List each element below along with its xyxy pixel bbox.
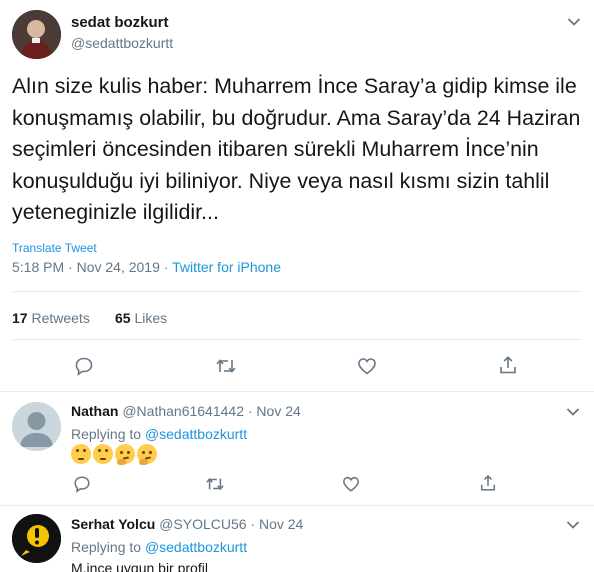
reply-icon[interactable] bbox=[74, 356, 94, 376]
reply-author-avatar[interactable] bbox=[12, 514, 61, 563]
divider bbox=[0, 505, 594, 506]
avatar-placeholder-icon[interactable] bbox=[12, 402, 61, 451]
tweet-timestamp-line: 5:18 PM · Nov 24, 2019 · Twitter for iPh… bbox=[12, 259, 281, 275]
likes-stat[interactable]: 65 Likes bbox=[115, 310, 167, 326]
chevron-down-icon[interactable] bbox=[566, 407, 580, 417]
reply-icon[interactable] bbox=[73, 475, 91, 493]
retweets-stat[interactable]: 17 Retweets bbox=[12, 310, 90, 326]
chevron-down-icon[interactable] bbox=[567, 17, 581, 27]
replying-to-line: Replying to @sedattbozkurtt bbox=[71, 539, 247, 555]
reply-author-name[interactable]: Nathan bbox=[71, 403, 118, 419]
replying-to-line: Replying to @sedattbozkurtt bbox=[71, 426, 247, 442]
thinking-face-icon bbox=[115, 444, 135, 465]
thinking-face-icon bbox=[137, 444, 157, 465]
reply-header: Nathan @Nathan61641442 · Nov 24 bbox=[71, 403, 301, 419]
tweet-text: Alın size kulis haber: Muharrem İnce Sar… bbox=[12, 74, 581, 224]
like-icon[interactable] bbox=[342, 475, 360, 493]
likes-label: Likes bbox=[130, 310, 168, 326]
tweet-timestamp[interactable]: 5:18 PM · Nov 24, 2019 · bbox=[12, 259, 172, 275]
replying-to-link[interactable]: @sedattbozkurtt bbox=[145, 426, 247, 442]
replying-to-link[interactable]: @sedattbozkurtt bbox=[145, 539, 247, 555]
reply-emojis bbox=[71, 444, 159, 465]
retweets-label: Retweets bbox=[27, 310, 90, 326]
divider bbox=[12, 339, 582, 340]
divider bbox=[12, 291, 582, 292]
chevron-down-icon[interactable] bbox=[566, 520, 580, 530]
reply-author-handle[interactable]: @SYOLCU56 · Nov 24 bbox=[159, 516, 303, 532]
face-with-rolling-eyes-icon bbox=[71, 444, 91, 464]
translate-tweet-link[interactable]: Translate Tweet bbox=[12, 241, 97, 255]
face-with-rolling-eyes-icon bbox=[93, 444, 113, 464]
likes-count: 65 bbox=[115, 310, 131, 326]
share-icon[interactable] bbox=[479, 474, 497, 492]
retweet-icon[interactable] bbox=[215, 356, 237, 376]
retweet-icon[interactable] bbox=[205, 475, 225, 493]
share-icon[interactable] bbox=[498, 355, 518, 375]
reply-author-name[interactable]: Serhat Yolcu bbox=[71, 516, 155, 532]
reply-author-handle[interactable]: @Nathan61641442 · Nov 24 bbox=[122, 403, 300, 419]
author-handle[interactable]: @sedattbozkurtt bbox=[71, 35, 173, 51]
author-name[interactable]: sedat bozkurt bbox=[71, 14, 169, 31]
replying-to-label: Replying to bbox=[71, 539, 145, 555]
replying-to-label: Replying to bbox=[71, 426, 145, 442]
like-icon[interactable] bbox=[357, 356, 377, 376]
reply-header: Serhat Yolcu @SYOLCU56 · Nov 24 bbox=[71, 516, 303, 532]
tweet-source-link[interactable]: Twitter for iPhone bbox=[172, 259, 281, 275]
divider bbox=[0, 391, 594, 392]
reply-text: M.ince uygun bir profil bbox=[71, 560, 208, 572]
author-avatar[interactable] bbox=[12, 10, 61, 59]
retweets-count: 17 bbox=[12, 310, 28, 326]
